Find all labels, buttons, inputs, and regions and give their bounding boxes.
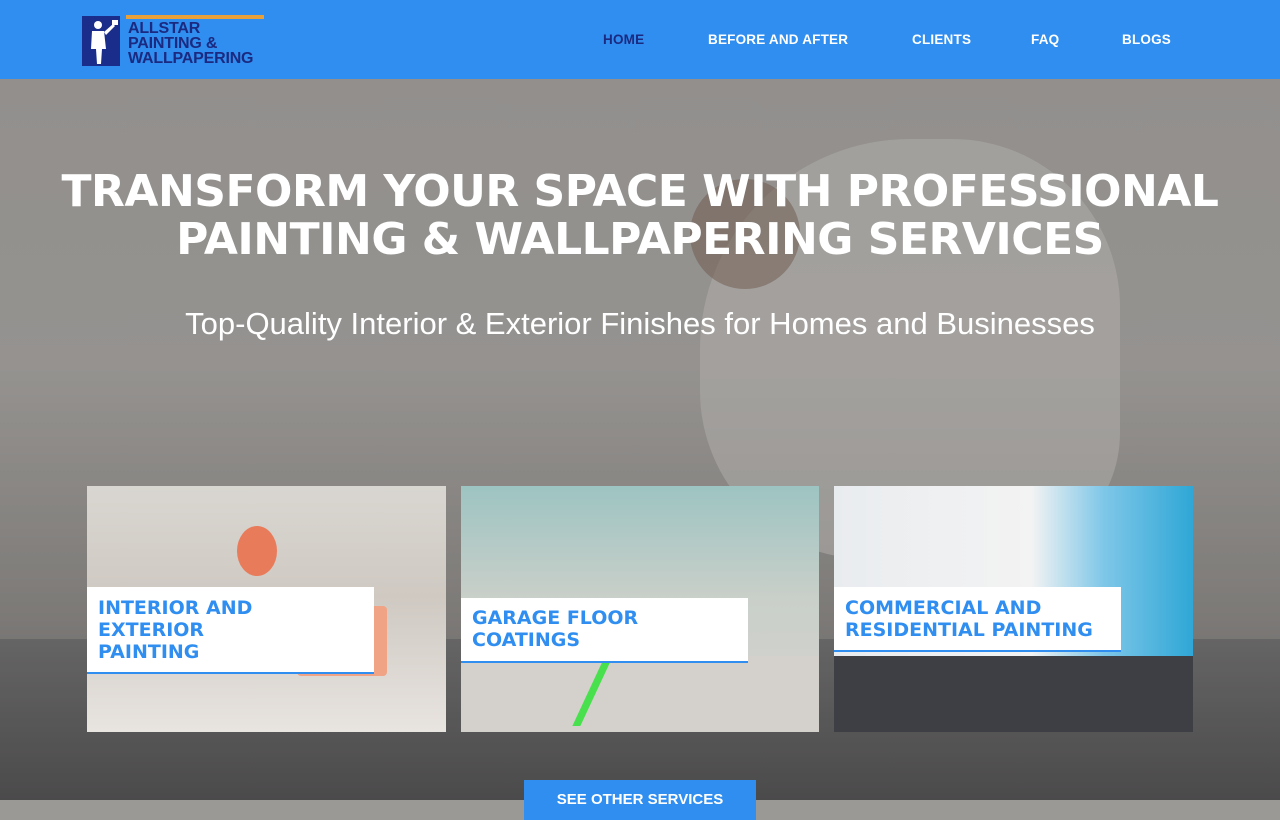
nav-faq[interactable]: FAQ (1031, 32, 1059, 47)
service-card-interior-exterior[interactable]: INTERIOR AND EXTERIOR PAINTING (87, 486, 446, 732)
service-card-garage-floor[interactable]: GARAGE FLOOR COATINGS (461, 486, 819, 732)
paint-can-image (237, 526, 277, 576)
service-title-line-1: COMMERCIAL AND (845, 597, 1042, 619)
see-other-services-button[interactable]: SEE OTHER SERVICES (524, 780, 756, 820)
hero-subheadline: Top-Quality Interior & Exterior Finishes… (185, 306, 1095, 341)
nav-before-and-after[interactable]: BEFORE AND AFTER (708, 32, 848, 47)
service-card-commercial-residential[interactable]: COMMERCIAL AND RESIDENTIAL PAINTING (834, 486, 1193, 732)
logo-line-2: PAINTING & (128, 35, 218, 52)
service-card-title[interactable]: INTERIOR AND EXTERIOR PAINTING (87, 587, 374, 674)
logo-wordmark: ALLSTAR PAINTING & WALLPAPERING (128, 20, 254, 67)
hero-headline-line-1: TRANSFORM YOUR SPACE WITH PROFESSIONAL (61, 166, 1219, 217)
service-title-line-2: RESIDENTIAL PAINTING (845, 619, 1093, 641)
site-header: ALLSTAR PAINTING & WALLPAPERING HOME BEF… (0, 0, 1280, 79)
hero-headline-line-2: PAINTING & WALLPAPERING SERVICES (176, 214, 1104, 265)
service-title-line-1: GARAGE FLOOR COATINGS (472, 607, 639, 651)
site-logo[interactable]: ALLSTAR PAINTING & WALLPAPERING (82, 14, 264, 68)
service-card-title[interactable]: COMMERCIAL AND RESIDENTIAL PAINTING (834, 587, 1121, 652)
logo-line-3: WALLPAPERING (128, 50, 254, 67)
hero-headline: TRANSFORM YOUR SPACE WITH PROFESSIONAL P… (0, 168, 1280, 264)
nav-blogs[interactable]: BLOGS (1122, 32, 1171, 47)
service-title-line-1: INTERIOR AND EXTERIOR (98, 597, 253, 641)
nav-home[interactable]: HOME (603, 32, 644, 47)
floor-image (461, 656, 819, 732)
nav-clients[interactable]: CLIENTS (912, 32, 971, 47)
service-card-title[interactable]: GARAGE FLOOR COATINGS (461, 598, 748, 663)
logo-accent-bar (126, 15, 264, 19)
drop-cloth-image (834, 656, 1193, 732)
service-title-line-2: PAINTING (98, 641, 200, 663)
painter-figure-icon (82, 16, 120, 66)
logo-line-1: ALLSTAR (128, 20, 201, 37)
